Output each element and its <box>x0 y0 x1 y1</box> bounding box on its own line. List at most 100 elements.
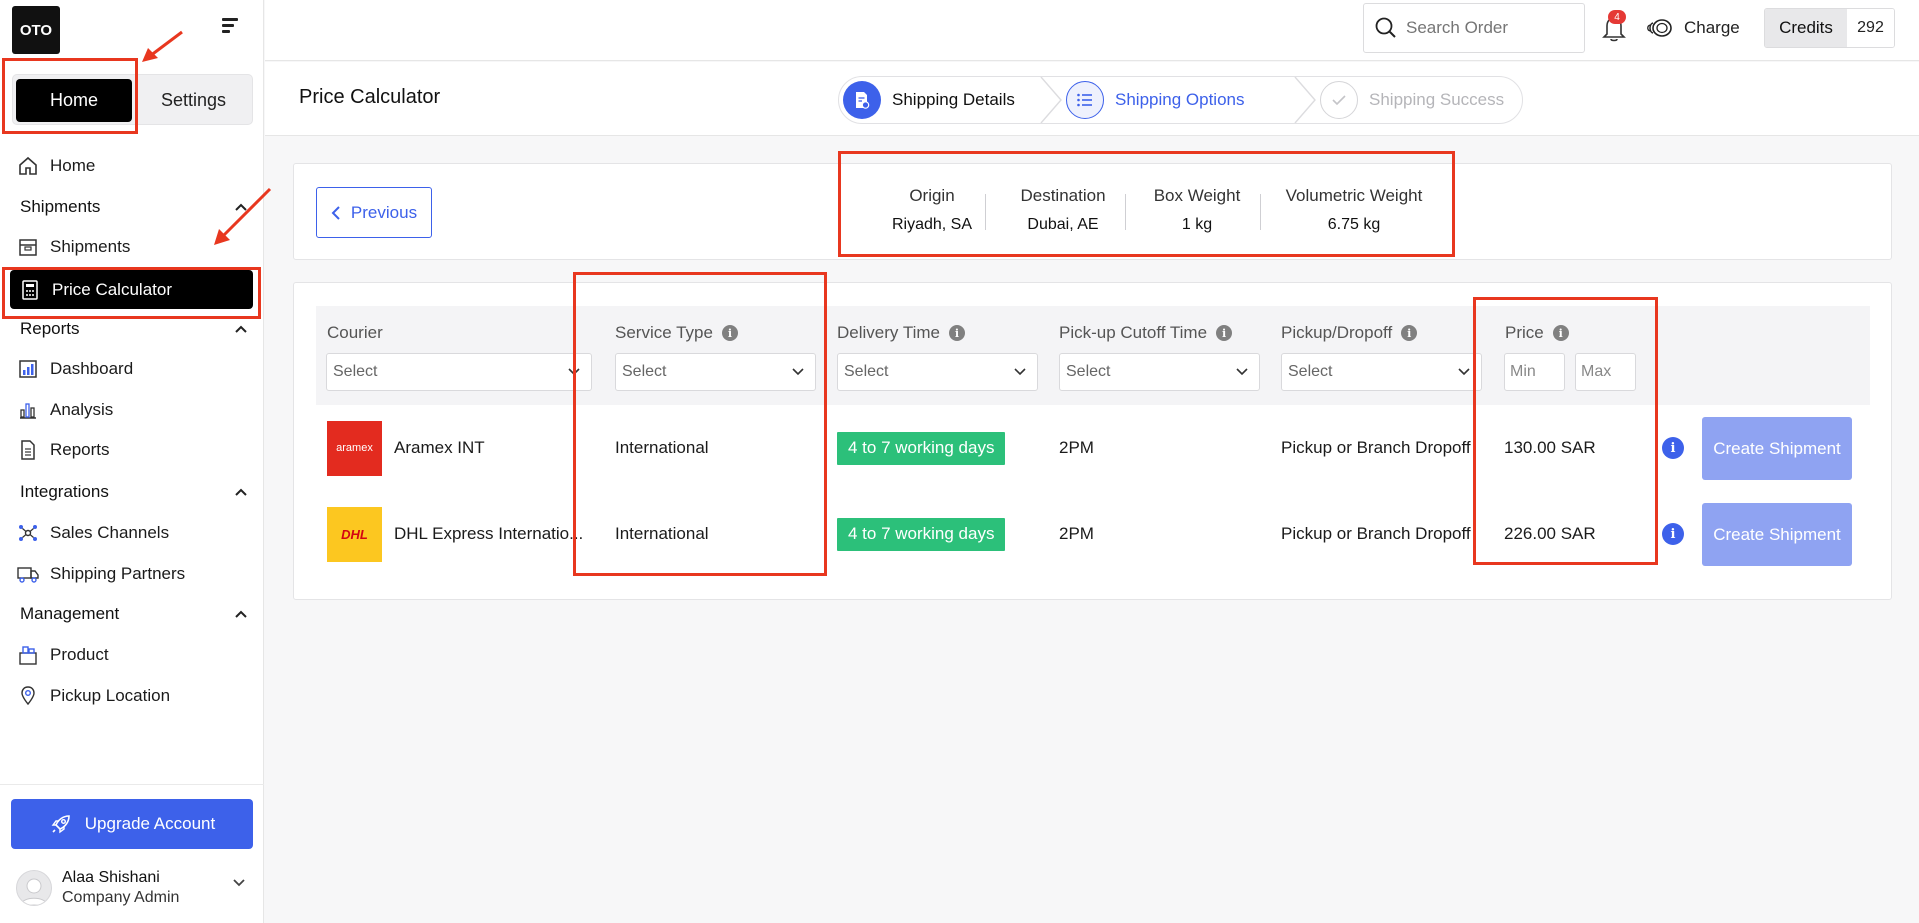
oto-logo[interactable]: OTO <box>12 6 60 54</box>
info-icon[interactable]: i <box>1401 325 1418 341</box>
column-header-pickup: Pickup/Dropoff i <box>1281 323 1418 343</box>
stat-divider <box>985 194 986 230</box>
sidebar-item-label: Sales Channels <box>50 523 170 542</box>
delivery-time-cell: 4 to 7 working days <box>837 499 1006 569</box>
credits-value: 292 <box>1847 9 1894 47</box>
notification-badge: 4 <box>1608 10 1626 24</box>
page-header: Price Calculator Shipping Details Shippi… <box>265 62 1919 136</box>
delivery-time-filter-select[interactable]: Select <box>837 353 1038 391</box>
step-shipping-success[interactable]: Shipping Success <box>1320 77 1504 123</box>
courier-name: DHL Express Internatio... <box>394 524 584 543</box>
stat-label: Destination <box>1020 186 1106 205</box>
sidebar-item-pickup-location[interactable]: Pickup Location <box>16 679 170 713</box>
sidebar-item-label: Shipping Partners <box>50 564 186 583</box>
toggle-settings-button[interactable]: Settings <box>137 79 250 122</box>
calculator-icon <box>18 278 42 302</box>
stat-divider <box>1260 194 1261 230</box>
sidebar-section-reports[interactable]: Reports <box>20 314 248 344</box>
sidebar-divider <box>0 784 264 785</box>
document-icon <box>16 438 40 462</box>
sidebar-item-sales-channels[interactable]: Sales Channels <box>16 516 169 550</box>
step-label: Shipping Details <box>892 90 1015 109</box>
table-row: DHL DHL Express Internatio... Internatio… <box>316 499 1870 569</box>
sidebar-section-management[interactable]: Management <box>20 599 248 629</box>
step-shipping-details[interactable]: Shipping Details <box>843 77 1015 123</box>
courier-filter-select[interactable]: Select <box>326 353 592 391</box>
section-label: Management <box>20 604 120 623</box>
upgrade-account-button[interactable]: Upgrade Account <box>11 799 253 849</box>
step-label: Shipping Options <box>1115 90 1245 109</box>
info-icon[interactable]: i <box>1216 325 1233 341</box>
search-box[interactable] <box>1363 3 1585 53</box>
stat-value: Riyadh, SA <box>891 216 973 233</box>
user-name: Alaa Shishani <box>62 869 160 886</box>
pickup-cell: Pickup or Branch Dropoff <box>1281 438 1471 457</box>
coins-icon <box>1646 16 1674 40</box>
info-icon[interactable]: i <box>948 325 965 341</box>
delivery-time-cell: 4 to 7 working days <box>837 413 1006 483</box>
chevron-up-icon <box>235 325 247 333</box>
step-shipping-options[interactable]: Shipping Options <box>1066 77 1244 123</box>
sidebar-item-shipments[interactable]: Shipments <box>16 230 130 264</box>
info-icon[interactable]: i <box>1662 523 1684 545</box>
user-info: Alaa Shishani Company Admin <box>62 868 179 908</box>
create-shipment-button[interactable]: Create Shipment <box>1702 503 1852 566</box>
menu-collapse-icon[interactable] <box>222 18 240 34</box>
info-icon[interactable]: i <box>721 325 738 341</box>
toggle-home-button[interactable]: Home <box>16 79 132 122</box>
courier-cell: aramex Aramex INT <box>327 413 485 483</box>
credits-label: Credits <box>1765 9 1847 47</box>
sidebar-item-analysis[interactable]: Analysis <box>16 393 113 427</box>
chevron-down-icon[interactable] <box>232 878 246 888</box>
service-type-cell: International <box>615 524 709 543</box>
chevron-left-icon <box>331 205 341 221</box>
stat-destination: Destination Dubai, AE <box>1003 186 1123 234</box>
sidebar-section-integrations[interactable]: Integrations <box>20 477 248 507</box>
step-label: Shipping Success <box>1369 90 1505 109</box>
location-pin-icon <box>16 684 40 708</box>
chevron-down-icon <box>1236 368 1248 376</box>
charge-button[interactable]: Charge <box>1646 14 1740 42</box>
stat-value: Dubai, AE <box>1027 216 1099 233</box>
stat-volumetric-weight: Volumetric Weight 6.75 kg <box>1274 186 1434 234</box>
home-settings-toggle: Home Settings <box>12 74 253 125</box>
chevron-down-icon <box>568 368 580 376</box>
price-min-input[interactable]: Min <box>1504 353 1565 391</box>
section-label: Shipments <box>20 197 101 216</box>
sidebar-item-reports[interactable]: Reports <box>16 433 110 467</box>
sidebar-item-label: Shipments <box>50 237 131 256</box>
table-header: Courier Service Type i Delivery Time i Pic… <box>316 306 1870 405</box>
info-icon[interactable]: i <box>1552 325 1569 341</box>
analysis-icon <box>16 398 40 422</box>
previous-label: Previous <box>350 202 418 222</box>
create-shipment-button[interactable]: Create Shipment <box>1702 417 1852 480</box>
box-icon <box>16 235 40 259</box>
stat-label: Origin <box>909 186 955 205</box>
search-icon <box>1375 17 1396 38</box>
column-header-service-type: Service Type i <box>615 323 738 343</box>
info-icon[interactable]: i <box>1662 437 1684 459</box>
price-max-input[interactable]: Max <box>1575 353 1636 391</box>
sidebar-item-price-calculator[interactable]: Price Calculator <box>10 270 253 309</box>
column-header-price: Price i <box>1505 323 1569 343</box>
sidebar-item-home[interactable]: Home <box>16 149 95 183</box>
sidebar-item-shipping-partners[interactable]: Shipping Partners <box>16 557 185 591</box>
search-input[interactable] <box>1406 18 1576 38</box>
check-icon <box>1320 81 1358 119</box>
sidebar-item-product[interactable]: Product <box>16 638 109 672</box>
shipment-summary-card: Previous Origin Riyadh, SA Destination D… <box>293 163 1892 260</box>
stat-origin: Origin Riyadh, SA <box>877 186 987 234</box>
previous-button[interactable]: Previous <box>316 187 432 238</box>
chevron-down-icon <box>792 368 804 376</box>
network-icon <box>16 521 40 545</box>
sidebar-item-label: Home <box>50 156 96 175</box>
service-type-filter-select[interactable]: Select <box>615 353 816 391</box>
select-value: Select <box>1066 363 1111 380</box>
user-menu[interactable]: Alaa Shishani Company Admin <box>16 866 246 910</box>
cutoff-filter-select[interactable]: Select <box>1059 353 1260 391</box>
home-icon <box>16 154 40 178</box>
sidebar-item-dashboard[interactable]: Dashboard <box>16 352 133 386</box>
pickup-filter-select[interactable]: Select <box>1281 353 1482 391</box>
user-role: Company Admin <box>62 889 180 906</box>
sidebar-section-shipments[interactable]: Shipments <box>20 192 248 222</box>
